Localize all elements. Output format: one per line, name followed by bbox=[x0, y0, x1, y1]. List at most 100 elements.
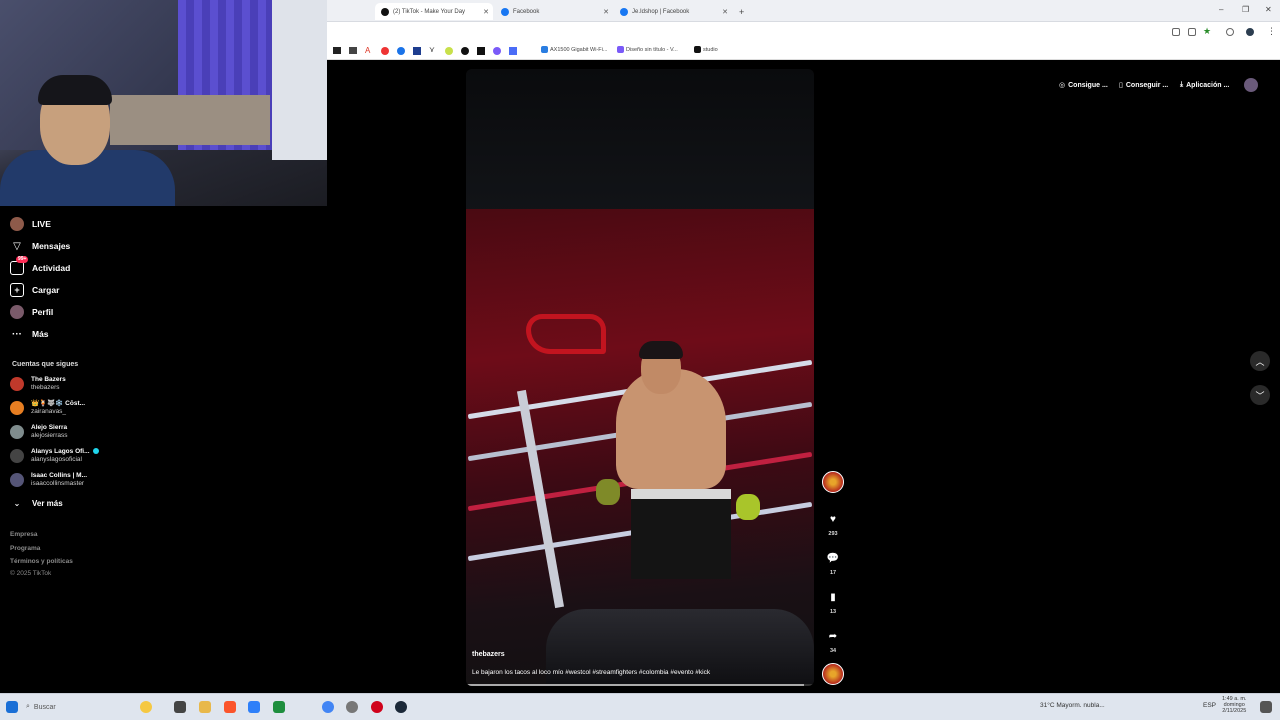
comment-action[interactable]: 💬 17 bbox=[822, 548, 844, 577]
close-window-icon[interactable]: ✕ bbox=[1265, 5, 1272, 14]
comment-icon[interactable]: 💬 bbox=[823, 548, 843, 568]
bookmark-icon[interactable]: ⋎ bbox=[429, 45, 435, 54]
tab-facebook[interactable]: Facebook ✕ bbox=[495, 3, 613, 20]
sidebar-item-live[interactable]: LIVE bbox=[10, 215, 51, 233]
menu-icon[interactable]: ⋮ bbox=[1267, 26, 1276, 37]
creator-avatar[interactable] bbox=[822, 471, 844, 493]
bookmark-icon[interactable]: ▮ bbox=[823, 587, 843, 607]
new-tab-button[interactable]: + bbox=[733, 3, 747, 20]
save-action[interactable]: ▮ 13 bbox=[822, 587, 844, 616]
heart-icon[interactable]: ♥ bbox=[823, 509, 843, 529]
bookmark-icon[interactable] bbox=[381, 47, 389, 55]
translate-icon[interactable] bbox=[1188, 28, 1196, 36]
following-item[interactable]: Isaac Collins | M... isaaccollinsmaster bbox=[10, 469, 87, 491]
desktop-app-button[interactable]: ⤓ Aplicación ... bbox=[1180, 78, 1229, 92]
video-progress-fill bbox=[466, 684, 804, 686]
steam-icon[interactable] bbox=[395, 701, 407, 713]
sidebar-item-mensajes[interactable]: ▽ Mensajes bbox=[10, 237, 70, 255]
app-icon[interactable] bbox=[248, 701, 260, 713]
like-count: 293 bbox=[828, 531, 838, 537]
bookmark-ax1500[interactable]: AX1500 Gigabit Wi-Fi... bbox=[541, 46, 607, 53]
tab-label: Je.Idshop | Facebook bbox=[632, 8, 690, 15]
sidebar-item-actividad[interactable]: 99+ Actividad bbox=[10, 256, 70, 277]
save-count: 13 bbox=[829, 609, 837, 615]
send-icon: ▽ bbox=[13, 240, 21, 252]
tab-label: Facebook bbox=[513, 8, 540, 15]
arena-logo bbox=[526, 314, 606, 354]
tab-jeldshop[interactable]: Je.Idshop | Facebook ✕ bbox=[614, 3, 732, 20]
brave-icon[interactable] bbox=[224, 701, 236, 713]
previous-video-button[interactable]: ︿ bbox=[1250, 351, 1270, 371]
settings-icon[interactable] bbox=[346, 701, 358, 713]
sidebar-item-mas[interactable]: ··· Más bbox=[10, 325, 49, 343]
bookmark-icon[interactable] bbox=[477, 47, 485, 55]
video-progress-bar[interactable] bbox=[466, 684, 814, 686]
cast-icon[interactable] bbox=[1172, 28, 1180, 36]
footer-link-terminos[interactable]: Términos y políticas bbox=[10, 558, 73, 565]
avatar bbox=[10, 377, 24, 391]
webcam-person-hair bbox=[38, 75, 112, 105]
minimize-icon[interactable]: – bbox=[1219, 5, 1223, 14]
copilot-icon[interactable] bbox=[140, 701, 152, 713]
webcam-window bbox=[272, 0, 327, 160]
bookmark-a-icon[interactable]: A bbox=[365, 46, 370, 55]
bookmark-icon[interactable] bbox=[445, 47, 453, 55]
tab-tiktok[interactable]: (2) TikTok - Make Your Day ✕ bbox=[375, 3, 493, 20]
windows-start-icon[interactable] bbox=[6, 701, 18, 713]
get-coins-button[interactable]: ◎ Consigue ... bbox=[1059, 78, 1108, 92]
following-item[interactable]: Alejo Sierra alejosierrass bbox=[10, 421, 68, 443]
bookmark-icon[interactable] bbox=[397, 47, 405, 55]
upload-icon: + bbox=[10, 283, 24, 297]
sound-avatar[interactable] bbox=[822, 663, 844, 685]
following-item[interactable]: Alanys Lagos Ofi... alanyslagosoficial bbox=[10, 445, 99, 467]
bookmark-icon[interactable] bbox=[333, 47, 341, 54]
notifications-icon[interactable] bbox=[1260, 701, 1272, 713]
footer-link-empresa[interactable]: Empresa bbox=[10, 531, 37, 538]
share-count: 34 bbox=[829, 648, 837, 654]
bookmark-icon[interactable] bbox=[493, 47, 501, 55]
profile-icon[interactable] bbox=[1246, 28, 1254, 36]
close-icon[interactable]: ✕ bbox=[603, 8, 609, 16]
bookmark-icon[interactable] bbox=[413, 47, 421, 55]
close-icon[interactable]: ✕ bbox=[722, 8, 728, 16]
bookmark-icon[interactable] bbox=[509, 47, 517, 55]
extensions-icon[interactable] bbox=[1226, 28, 1234, 36]
sidebar-item-perfil[interactable]: Perfil bbox=[10, 303, 53, 321]
bookmark-studio[interactable]: studio bbox=[694, 46, 718, 53]
sidebar-item-cargar[interactable]: + Cargar bbox=[10, 281, 59, 299]
weather-widget[interactable]: 31°C Mayorm. nubla... bbox=[1040, 702, 1105, 709]
browser-tab-bar: (2) TikTok - Make Your Day ✕ Facebook ✕ … bbox=[327, 0, 1280, 22]
restore-icon[interactable]: ❐ bbox=[1242, 5, 1249, 14]
share-action[interactable]: ➦ 34 bbox=[822, 626, 844, 655]
clock[interactable]: 1:49 a. m. domingo 2/11/2025 bbox=[1222, 696, 1246, 714]
see-more-button[interactable]: ⌄ Ver más bbox=[10, 494, 63, 512]
following-item[interactable]: The Bazers thebazers bbox=[10, 373, 66, 395]
boxer-shorts bbox=[631, 489, 731, 579]
like-action[interactable]: ♥ 293 bbox=[822, 509, 844, 538]
video-player[interactable]: thebazers Le bajaron los tacos al loco m… bbox=[466, 69, 814, 686]
taskbar-search[interactable]: ⌕ Buscar bbox=[26, 699, 126, 715]
chrome-icon[interactable] bbox=[322, 701, 334, 713]
app-icon[interactable] bbox=[273, 701, 285, 713]
bookmark-canva[interactable]: Diseño sin título - V... bbox=[617, 46, 678, 53]
video-username[interactable]: thebazers bbox=[472, 651, 505, 658]
user-avatar[interactable] bbox=[1244, 78, 1258, 92]
footer-link-programa[interactable]: Programa bbox=[10, 545, 40, 552]
facebook-icon bbox=[620, 7, 628, 16]
star-icon[interactable]: ★ bbox=[1203, 26, 1211, 37]
language-indicator[interactable]: ESP bbox=[1203, 702, 1216, 709]
notification-badge: 99+ bbox=[16, 256, 29, 263]
canva-icon bbox=[617, 46, 624, 53]
avatar bbox=[10, 473, 24, 487]
following-item[interactable]: 👑🍹🐺❄️ Cōst... zairanavas_ bbox=[10, 397, 85, 419]
close-icon[interactable]: ✕ bbox=[483, 8, 489, 16]
next-video-button[interactable]: ﹀ bbox=[1250, 385, 1270, 405]
bookmark-icon[interactable] bbox=[461, 47, 469, 55]
file-explorer-icon[interactable] bbox=[199, 701, 211, 713]
app-icon[interactable] bbox=[371, 701, 383, 713]
share-icon[interactable]: ➦ bbox=[823, 626, 843, 646]
bookmark-icon[interactable] bbox=[349, 47, 357, 54]
task-view-icon[interactable] bbox=[174, 701, 186, 713]
avatar bbox=[10, 425, 24, 439]
get-app-button[interactable]: ▯ Conseguir ... bbox=[1119, 78, 1168, 92]
